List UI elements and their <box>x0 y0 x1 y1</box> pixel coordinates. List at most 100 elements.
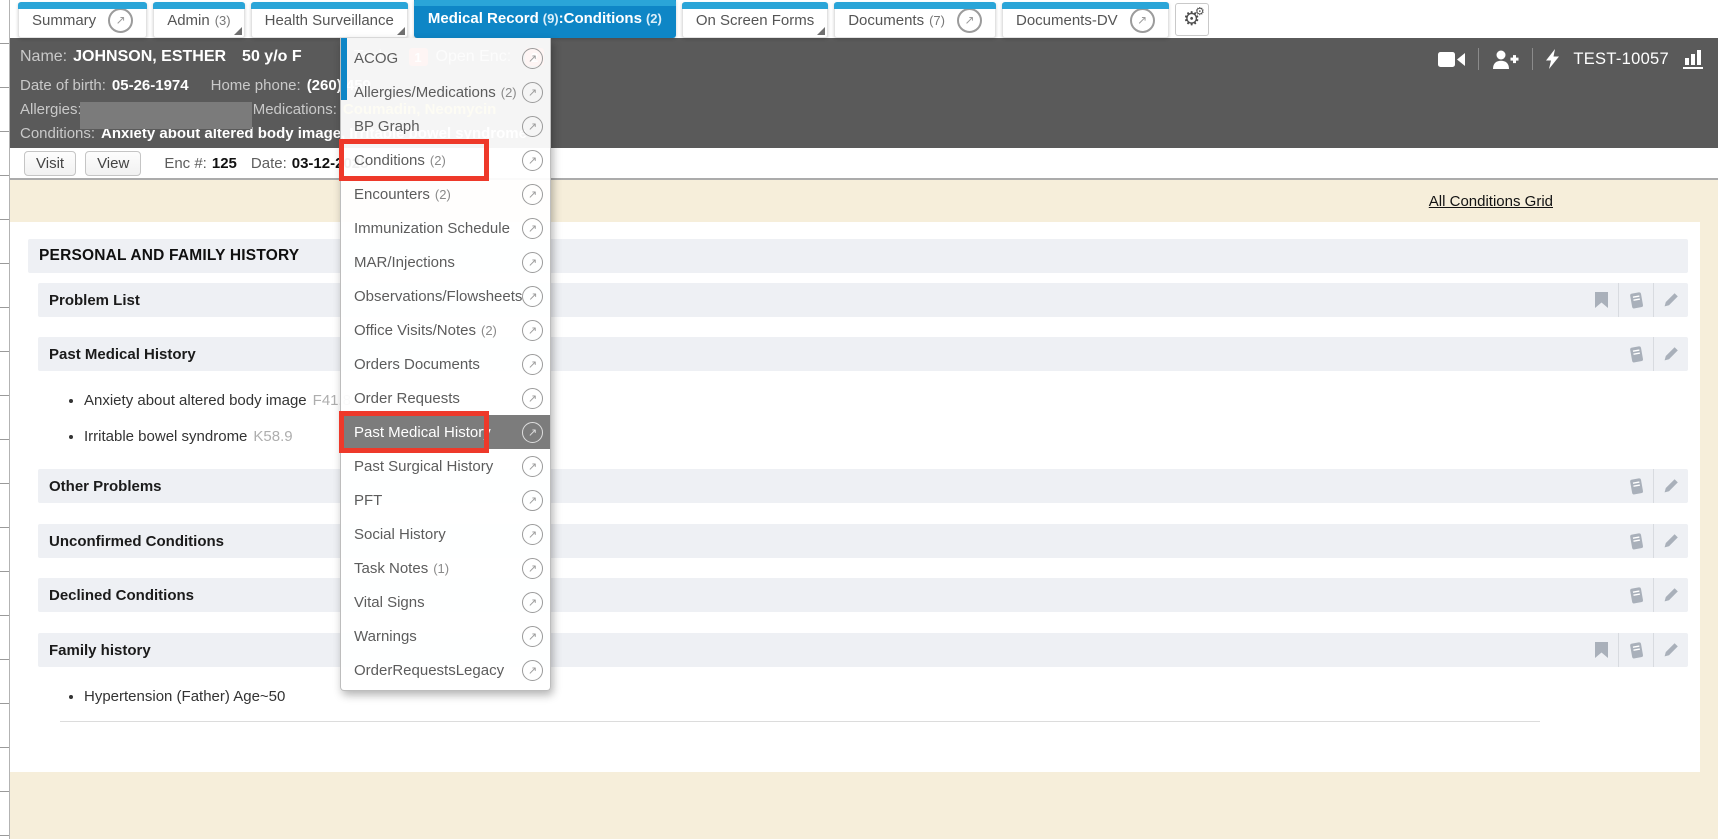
notes-icon[interactable] <box>1619 337 1653 371</box>
open-in-new-icon[interactable] <box>1130 8 1155 33</box>
open-in-new-icon[interactable] <box>522 456 543 477</box>
notes-icon[interactable] <box>1619 524 1653 558</box>
open-in-new-icon[interactable] <box>522 82 543 103</box>
tab-documents[interactable]: Documents (7) <box>834 3 996 38</box>
edit-pencil-icon[interactable] <box>1653 469 1688 503</box>
menu-item-count: (2) <box>501 85 517 100</box>
menu-item[interactable]: Allergies/Medications (2) <box>341 75 550 109</box>
tab-on-screen-forms[interactable]: On Screen Forms <box>682 3 828 38</box>
open-in-new-icon[interactable] <box>522 218 543 239</box>
divider <box>1532 48 1533 70</box>
divider <box>1478 48 1479 70</box>
open-in-new-icon[interactable] <box>522 116 543 137</box>
menu-item[interactable]: ACOG <box>341 41 550 75</box>
open-in-new-icon[interactable] <box>522 660 543 681</box>
edit-pencil-icon[interactable] <box>1653 633 1688 667</box>
left-splitter-handle[interactable] <box>0 0 10 839</box>
page-section-header: PERSONAL AND FAMILY HISTORY <box>28 239 1688 273</box>
chart-icon[interactable] <box>1682 49 1704 69</box>
menu-item-label: Conditions <box>354 152 425 169</box>
menu-item-label: Vital Signs <box>354 594 425 611</box>
menu-item[interactable]: Task Notes (1) <box>341 551 550 585</box>
section-title: Other Problems <box>49 478 162 495</box>
notes-icon[interactable] <box>1618 633 1653 667</box>
open-in-new-icon[interactable] <box>522 524 543 545</box>
phone-label: Home phone: <box>211 77 301 94</box>
menu-item[interactable]: OrderRequestsLegacy <box>341 653 550 687</box>
add-person-icon[interactable] <box>1492 50 1519 69</box>
all-conditions-grid-link[interactable]: All Conditions Grid <box>1429 193 1553 210</box>
edit-pencil-icon[interactable] <box>1653 578 1688 612</box>
gear-icon: ⚙ <box>1195 5 1205 18</box>
menu-item[interactable]: MAR/Injections <box>341 245 550 279</box>
allergies-label: Allergies: <box>20 101 82 118</box>
menu-item[interactable]: Social History <box>341 517 550 551</box>
menu-item-count: (2) <box>430 153 446 168</box>
menu-item[interactable]: Encounters (2) <box>341 177 550 211</box>
menu-item[interactable]: Observations/Flowsheets <box>341 279 550 313</box>
menu-item-label: OrderRequestsLegacy <box>354 662 504 679</box>
menu-item[interactable]: Vital Signs <box>341 585 550 619</box>
menu-item-label: ACOG <box>354 50 398 67</box>
corner-fold-icon <box>397 27 405 35</box>
open-in-new-icon[interactable] <box>522 626 543 647</box>
notes-icon[interactable] <box>1619 578 1653 612</box>
enc-label: Enc #: <box>164 155 207 172</box>
open-in-new-icon[interactable] <box>522 48 543 69</box>
open-in-new-icon[interactable] <box>522 184 543 205</box>
menu-item-count: (2) <box>481 323 497 338</box>
view-button[interactable]: View <box>85 151 141 176</box>
tab-label: Admin <box>167 12 210 29</box>
notes-icon[interactable] <box>1618 283 1653 317</box>
menu-item[interactable]: Past Medical History <box>341 415 550 449</box>
tab-count: (3) <box>215 13 231 28</box>
menu-item[interactable]: Conditions (2) <box>341 143 550 177</box>
open-in-new-icon[interactable] <box>522 320 543 341</box>
menu-item[interactable]: Past Surgical History <box>341 449 550 483</box>
tab-health-surveillance[interactable]: Health Surveillance <box>251 3 408 38</box>
video-camera-icon[interactable] <box>1438 51 1465 68</box>
redaction-box <box>80 102 252 129</box>
menu-item[interactable]: Orders Documents <box>341 347 550 381</box>
open-in-new-icon[interactable] <box>522 150 543 171</box>
open-in-new-icon[interactable] <box>522 558 543 579</box>
open-in-new-icon[interactable] <box>522 490 543 511</box>
tab-documents-dv[interactable]: Documents-DV <box>1002 3 1169 38</box>
tab-medical-record[interactable]: Medical Record (9) :Conditions (2) <box>414 0 676 38</box>
section-title: Past Medical History <box>49 346 196 363</box>
tab-admin[interactable]: Admin (3) <box>153 3 244 38</box>
open-in-new-icon[interactable] <box>522 286 543 307</box>
settings-button[interactable]: ⚙ ⚙ <box>1175 3 1209 36</box>
open-in-new-icon[interactable] <box>522 422 543 443</box>
menu-item-label: BP Graph <box>354 118 420 135</box>
open-in-new-icon[interactable] <box>108 8 133 33</box>
medical-record-menu: ACOG Allergies/Medications (2) BP Graph … <box>340 38 551 691</box>
visit-toolbar: Visit View Enc #: 125 Date: 03-12-2025 <box>10 148 1718 180</box>
tab-label: Health Surveillance <box>265 12 394 29</box>
bookmark-icon[interactable] <box>1584 283 1618 317</box>
menu-item[interactable]: Order Requests <box>341 381 550 415</box>
open-in-new-icon[interactable] <box>522 388 543 409</box>
open-in-new-icon[interactable] <box>522 252 543 273</box>
lightning-icon[interactable] <box>1546 49 1560 69</box>
open-in-new-icon[interactable] <box>522 354 543 375</box>
menu-item[interactable]: Warnings <box>341 619 550 653</box>
edit-pencil-icon[interactable] <box>1653 283 1688 317</box>
bookmark-icon[interactable] <box>1584 633 1618 667</box>
tab-summary[interactable]: Summary <box>18 3 147 38</box>
open-in-new-icon[interactable] <box>957 8 982 33</box>
menu-item[interactable]: Office Visits/Notes (2) <box>341 313 550 347</box>
edit-pencil-icon[interactable] <box>1653 337 1688 371</box>
condition-item: Irritable bowel syndromeK58.9 <box>84 419 1700 455</box>
edit-pencil-icon[interactable] <box>1653 524 1688 558</box>
section-unconfirmed-conditions: Unconfirmed Conditions <box>38 524 1688 558</box>
visit-button[interactable]: Visit <box>24 151 76 176</box>
menu-item[interactable]: PFT <box>341 483 550 517</box>
open-in-new-icon[interactable] <box>522 592 543 613</box>
corner-fold-icon <box>234 27 242 35</box>
menu-item[interactable]: BP Graph <box>341 109 550 143</box>
menu-item[interactable]: Immunization Schedule <box>341 211 550 245</box>
corner-fold-icon <box>817 27 825 35</box>
notes-icon[interactable] <box>1619 469 1653 503</box>
icd-code: K58.9 <box>253 428 292 445</box>
